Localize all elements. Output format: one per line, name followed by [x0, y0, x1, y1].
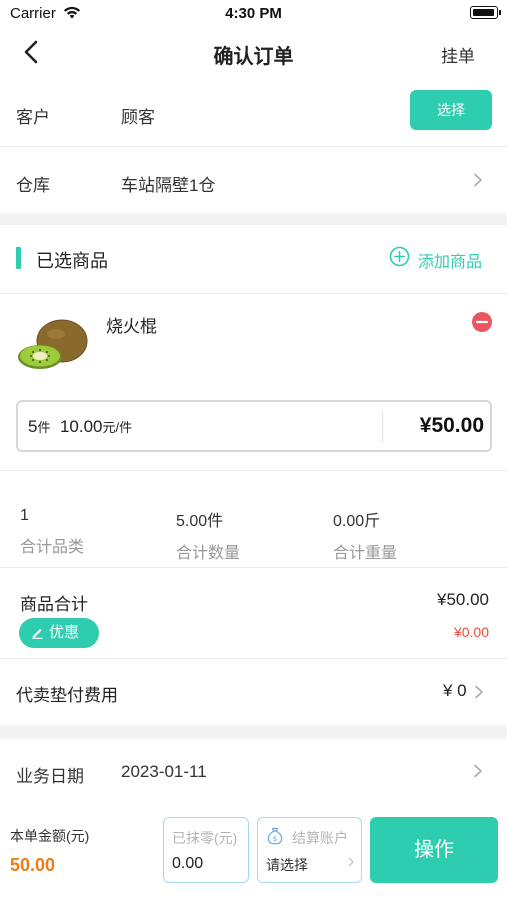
plus-circle-icon[interactable] [389, 246, 410, 267]
stat-value: 0.00斤 [333, 513, 381, 530]
business-date-value: 2023-01-11 [121, 762, 207, 781]
customer-row: 客户 顾客 选择 [0, 78, 507, 146]
quantity-unit: 件 [37, 420, 51, 435]
settlement-account-label: 结算账户 [292, 830, 348, 846]
chevron-right-icon [474, 173, 482, 187]
warehouse-row[interactable]: 仓库 车站隔壁1仓 [0, 147, 507, 213]
chevron-right-icon [474, 764, 482, 778]
stat-label: 合计重量 [333, 545, 398, 562]
agent-fee-value: ¥ 0 [443, 681, 467, 700]
business-date-row[interactable]: 业务日期 2023-01-11 [0, 739, 507, 800]
money-bag-icon: $ [267, 827, 283, 845]
customer-label: 客户 [16, 108, 50, 127]
price-entry-box[interactable]: 5件 10.00元/件 ¥50.00 [16, 400, 492, 452]
bottom-bar: 本单金额(元) 50.00 已抹零(元) 0.00 $ 结算账户 请选择 操作 [0, 800, 507, 900]
hold-order-button[interactable]: 挂单 [441, 42, 475, 67]
order-amount-value: 50.00 [10, 855, 56, 875]
agent-fee-label: 代卖垫付费用 [16, 686, 118, 705]
stat-category-count: 1 合计品类 [20, 507, 84, 557]
remove-circle-icon[interactable] [471, 311, 493, 333]
goods-total-row: 商品合计 ¥50.00 优惠 ¥0.00 [0, 568, 507, 658]
section-gap [0, 725, 507, 739]
settlement-account-select[interactable]: $ 结算账户 请选择 [257, 817, 362, 883]
stat-label: 合计数量 [176, 545, 241, 562]
chevron-right-icon [475, 685, 483, 699]
warehouse-value: 车站隔壁1仓 [121, 176, 216, 195]
order-amount-label: 本单金额(元) [10, 828, 90, 844]
discount-button[interactable]: 优惠 [19, 618, 99, 648]
stat-value: 1 [20, 507, 29, 524]
battery-icon [470, 6, 501, 19]
selected-goods-header: 已选商品 添加商品 [0, 225, 507, 293]
selected-goods-title: 已选商品 [36, 251, 108, 271]
unit-price-suffix: 元/件 [102, 420, 133, 435]
stat-value: 5.00件 [176, 513, 224, 530]
page-title: 确认订单 [213, 46, 294, 68]
discount-value: ¥0.00 [453, 624, 489, 640]
warehouse-label: 仓库 [16, 176, 50, 195]
line-total: ¥50.00 [419, 414, 484, 437]
svg-text:$: $ [273, 835, 277, 843]
status-time: 4:30 PM [225, 5, 282, 22]
nav-bar: 确认订单 挂单 [0, 28, 507, 78]
select-customer-button[interactable]: 选择 [410, 90, 492, 130]
edit-icon [32, 629, 43, 639]
goods-total-value: ¥50.00 [437, 590, 489, 609]
rounding-input[interactable]: 已抹零(元) 0.00 [163, 817, 249, 883]
quantity-price-text: 5件 10.00元/件 [28, 417, 132, 437]
add-goods-button[interactable]: 添加商品 [418, 248, 482, 272]
order-stats: 1 合计品类 5.00件 合计数量 0.00斤 合计重量 [0, 471, 507, 567]
agent-fee-row[interactable]: 代卖垫付费用 ¥ 0 [0, 659, 507, 725]
section-marker [16, 247, 21, 269]
stat-label: 合计品类 [20, 539, 85, 556]
kiwi-product-image [18, 319, 88, 369]
divider [382, 411, 383, 443]
discount-label: 优惠 [49, 624, 80, 641]
stat-total-quantity: 5.00件 合计数量 [176, 507, 240, 563]
rounding-label: 已抹零(元) [172, 830, 238, 846]
goods-total-label: 商品合计 [20, 595, 88, 614]
section-gap [0, 213, 507, 225]
chevron-right-icon [348, 857, 354, 867]
unit-price-value: 10.00 [59, 417, 103, 436]
settlement-account-placeholder: 请选择 [266, 857, 308, 873]
stat-total-weight: 0.00斤 合计重量 [333, 507, 397, 563]
action-button[interactable]: 操作 [370, 817, 498, 883]
product-item: 烧火棍 5件 10.00元/件 ¥50.00 [0, 294, 507, 470]
customer-value: 顾客 [121, 108, 155, 127]
status-bar: Carrier 4:30 PM [0, 0, 507, 28]
rounding-value: 0.00 [172, 855, 204, 872]
product-name: 烧火棍 [106, 317, 157, 336]
business-date-label: 业务日期 [16, 767, 84, 786]
